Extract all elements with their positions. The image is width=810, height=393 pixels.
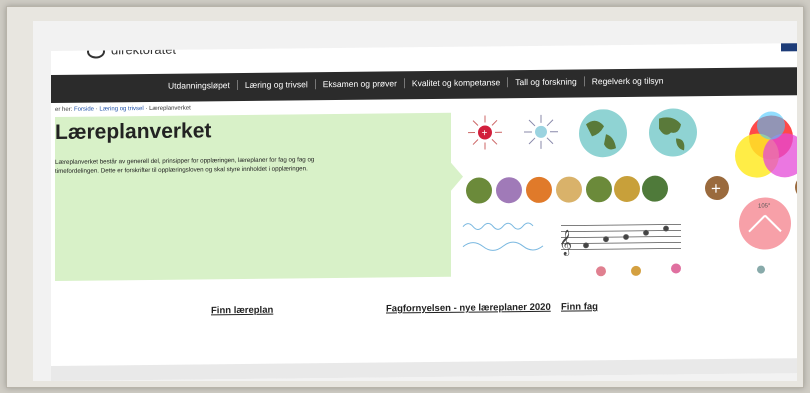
logo-icon [87,43,105,59]
color-circles-icon [735,111,797,178]
globe-icon [579,109,627,158]
nav-item-regelverk-og-tilsyn[interactable]: Regelverk og tilsyn [585,76,671,87]
plus-brown-icon: + [705,176,729,201]
link-finn-fag[interactable]: Finn fag [561,300,736,314]
breadcrumb: er her: Forside · Læring og trivsel · Læ… [55,105,191,113]
svg-text:𝄞: 𝄞 [559,230,572,256]
page-title: Læreplanverket [55,119,212,144]
main-nav: Utdanningsløpet Læring og trivsel Eksame… [51,66,797,103]
screen-area: direktoratet Utdanningsløpet Læring og t… [33,21,797,381]
nav-item-utdanningslopet[interactable]: Utdanningsløpet [161,80,238,91]
nav-item-eksamen-og-prover[interactable]: Eksamen og prøver [315,78,405,90]
nature-icons-row [466,175,668,204]
plus-brown-icon-2: + [795,175,797,200]
angle-icon: 105° [739,197,791,250]
breadcrumb-item-forside[interactable]: Forside [74,107,94,113]
hero-lead: Læreplanverket består av generell del, p… [55,156,315,175]
nav-item-kvalitet-og-kompetanse[interactable]: Kvalitet og kompetanse [404,77,509,89]
breadcrumb-item-laering[interactable]: Læring og trivsel [99,106,143,112]
site-logo[interactable]: direktoratet [87,42,177,59]
music-notes-icon: 𝄞 [559,224,681,256]
header-button[interactable] [781,42,797,52]
nav-item-tall-og-forskning[interactable]: Tall og forskning [508,76,585,88]
bottom-icons-row [596,263,765,277]
expand-arrows-icon: + [468,115,502,150]
logo-text: direktoratet [111,42,177,58]
wave-icon [462,222,544,251]
link-fagfornyelsen[interactable]: Fagfornyelsen - nye læreplaner 2020 [386,302,561,316]
breadcrumb-item-current: Læreplanverket [149,105,191,112]
breadcrumb-prefix: er her: [55,106,73,113]
webpage: direktoratet Utdanningsløpet Læring og t… [51,42,797,381]
svg-text:+: + [711,179,721,198]
photo-frame: direktoratet Utdanningsløpet Læring og t… [6,6,804,388]
angle-label: 105° [758,203,771,209]
svg-text:+: + [482,128,488,139]
nav-item-laering-og-trivsel[interactable]: Læring og trivsel [237,79,316,91]
page-bottom [51,357,797,381]
contract-arrows-icon [524,114,558,149]
hero-illustration: + + + 105° 𝄞 [462,108,797,277]
globe-icon-2 [649,108,697,157]
link-finn-laereplan[interactable]: Finn læreplan [211,303,386,317]
